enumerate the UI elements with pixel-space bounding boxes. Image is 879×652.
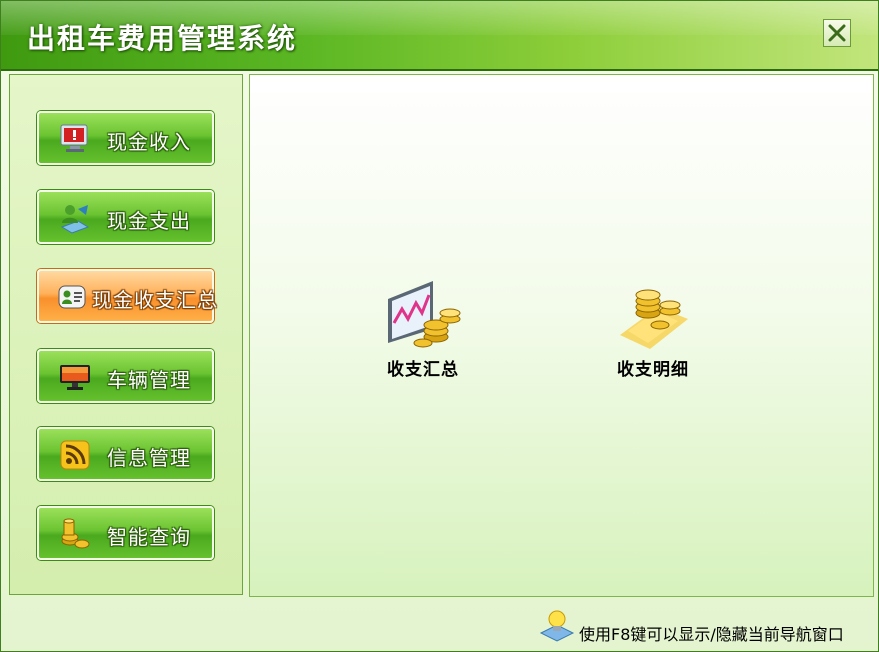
gold-coins-icon <box>620 289 688 349</box>
sidebar-item-vehicle-management[interactable]: 车辆管理 <box>37 349 214 403</box>
feature-income-details[interactable]: 收支明细 <box>598 279 708 380</box>
main-content-panel: 收支汇总 收支明细 <box>249 74 874 597</box>
sidebar-item-cash-summary[interactable]: 现金收支汇总 <box>37 269 217 323</box>
feature-label: 收支汇总 <box>387 360 459 380</box>
sidebar-item-smart-query[interactable]: 智能查询 <box>37 506 214 560</box>
sidebar-item-label: 现金收支汇总 <box>92 288 218 312</box>
status-hint-text: 使用F8键可以显示/隐藏当前导航窗口 <box>579 625 844 644</box>
sidebar-item-info-management[interactable]: 信息管理 <box>37 427 214 481</box>
close-icon <box>828 24 846 42</box>
sidebar-item-cash-income[interactable]: 现金收入 <box>37 111 214 165</box>
sidebar-item-label: 现金收入 <box>107 130 191 154</box>
status-bar: 使用F8键可以显示/隐藏当前导航窗口 <box>539 607 869 644</box>
coins-icon <box>61 518 90 549</box>
monitor-alert-icon <box>60 124 88 152</box>
sidebar-item-label: 车辆管理 <box>107 368 191 392</box>
feature-income-summary[interactable]: 收支汇总 <box>368 279 478 380</box>
sidebar-item-label: 智能查询 <box>107 525 191 549</box>
sidebar-item-label: 现金支出 <box>107 209 191 233</box>
feature-label: 收支明细 <box>617 360 689 380</box>
contact-card-icon <box>58 285 86 309</box>
sidebar-item-label: 信息管理 <box>107 446 191 470</box>
close-button[interactable] <box>823 19 851 47</box>
window-title: 出租车费用管理系统 <box>27 22 298 55</box>
user-money-icon <box>60 205 90 234</box>
rss-icon <box>60 440 90 470</box>
app-window: 出租车费用管理系统 现金收入 现金支出 现金收支汇总 车辆管理 信息管理 智能查… <box>0 0 879 652</box>
title-bar[interactable]: 出租车费用管理系统 <box>1 1 878 71</box>
chart-coins-icon <box>388 281 461 348</box>
lightbulb-icon <box>539 610 575 642</box>
sidebar-item-cash-expense[interactable]: 现金支出 <box>37 190 214 244</box>
navigation-sidebar: 现金收入 现金支出 现金收支汇总 车辆管理 信息管理 智能查询 <box>9 74 243 595</box>
monitor-icon <box>60 365 90 390</box>
